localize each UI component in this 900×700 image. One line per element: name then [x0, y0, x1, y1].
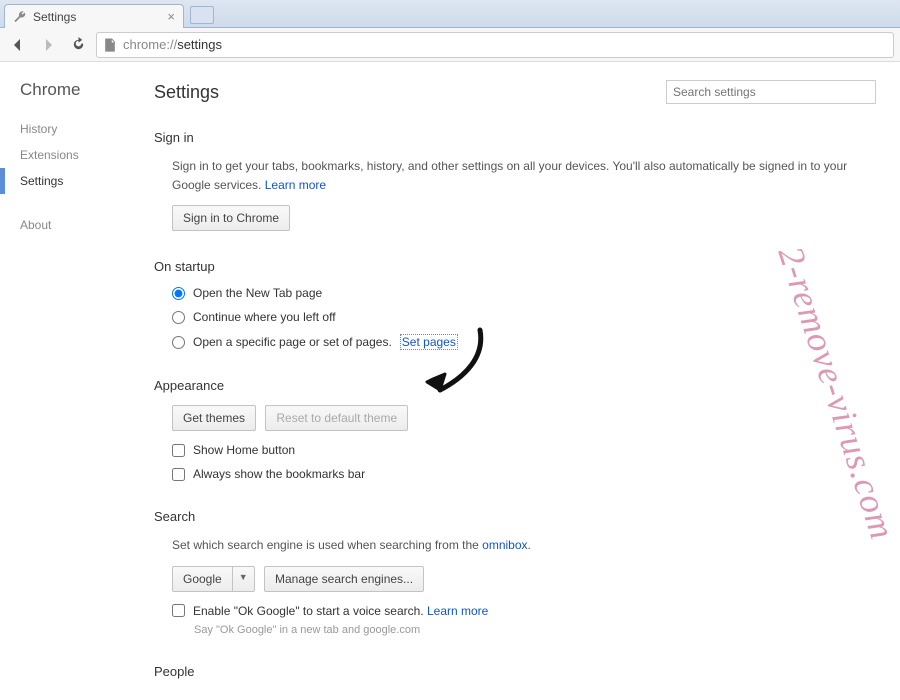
startup-heading: On startup	[154, 259, 876, 274]
sidebar-item-about[interactable]: About	[20, 212, 130, 238]
section-signin: Sign in Sign in to get your tabs, bookma…	[154, 130, 876, 231]
startup-radio-continue[interactable]	[172, 311, 185, 324]
back-button[interactable]	[6, 33, 30, 57]
ok-google-learn-more-link[interactable]: Learn more	[427, 604, 488, 618]
section-search: Search Set which search engine is used w…	[154, 509, 876, 635]
get-themes-button[interactable]: Get themes	[172, 405, 256, 431]
tab-title: Settings	[33, 10, 76, 24]
search-settings-input[interactable]	[666, 80, 876, 104]
signin-button[interactable]: Sign in to Chrome	[172, 205, 290, 231]
settings-main: Settings Sign in Sign in to get your tab…	[130, 62, 900, 700]
ok-google-checkbox[interactable]	[172, 604, 185, 617]
signin-desc: Sign in to get your tabs, bookmarks, his…	[172, 157, 876, 195]
forward-button[interactable]	[36, 33, 60, 57]
page-icon	[103, 38, 117, 52]
reload-button[interactable]	[66, 33, 90, 57]
appearance-heading: Appearance	[154, 378, 876, 393]
show-home-checkbox[interactable]	[172, 444, 185, 457]
search-heading: Search	[154, 509, 876, 524]
search-engine-select[interactable]: Google ▼	[172, 566, 255, 592]
chevron-down-icon: ▼	[232, 567, 254, 591]
sidebar-item-extensions[interactable]: Extensions	[20, 142, 130, 168]
browser-toolbar: chrome://settings	[0, 28, 900, 62]
sidebar-item-history[interactable]: History	[20, 116, 130, 142]
url-scheme: chrome://	[123, 37, 177, 52]
tab-strip: Settings ×	[0, 0, 900, 28]
startup-radio-newtab[interactable]	[172, 287, 185, 300]
show-home-checkbox-row[interactable]: Show Home button	[172, 443, 876, 457]
set-pages-link[interactable]: Set pages	[400, 334, 458, 350]
startup-option-specific[interactable]: Open a specific page or set of pages. Se…	[172, 334, 876, 350]
sidebar-brand: Chrome	[20, 80, 130, 100]
search-desc: Set which search engine is used when sea…	[172, 536, 876, 555]
section-startup: On startup Open the New Tab page Continu…	[154, 259, 876, 350]
browser-tab[interactable]: Settings ×	[4, 4, 184, 28]
wrench-icon	[13, 10, 27, 24]
ok-google-hint: Say "Ok Google" in a new tab and google.…	[172, 624, 876, 636]
new-tab-button[interactable]	[190, 6, 214, 24]
show-bookmarks-checkbox-row[interactable]: Always show the bookmarks bar	[172, 467, 876, 481]
manage-search-engines-button[interactable]: Manage search engines...	[264, 566, 424, 592]
section-people: People	[154, 664, 876, 679]
section-appearance: Appearance Get themes Reset to default t…	[154, 378, 876, 481]
sidebar-item-settings[interactable]: Settings	[20, 168, 130, 194]
show-bookmarks-checkbox[interactable]	[172, 468, 185, 481]
signin-learn-more-link[interactable]: Learn more	[265, 178, 326, 192]
omnibox-link[interactable]: omnibox	[482, 538, 527, 552]
close-icon[interactable]: ×	[167, 9, 175, 24]
signin-heading: Sign in	[154, 130, 876, 145]
url-path: settings	[177, 37, 222, 52]
ok-google-checkbox-row[interactable]: Enable "Ok Google" to start a voice sear…	[172, 604, 876, 618]
address-bar[interactable]: chrome://settings	[96, 32, 894, 58]
page-title: Settings	[154, 82, 219, 103]
startup-option-continue[interactable]: Continue where you left off	[172, 310, 876, 324]
sidebar: Chrome History Extensions Settings About	[0, 62, 130, 700]
people-heading: People	[154, 664, 876, 679]
startup-option-newtab[interactable]: Open the New Tab page	[172, 286, 876, 300]
startup-radio-specific[interactable]	[172, 336, 185, 349]
reset-theme-button[interactable]: Reset to default theme	[265, 405, 408, 431]
